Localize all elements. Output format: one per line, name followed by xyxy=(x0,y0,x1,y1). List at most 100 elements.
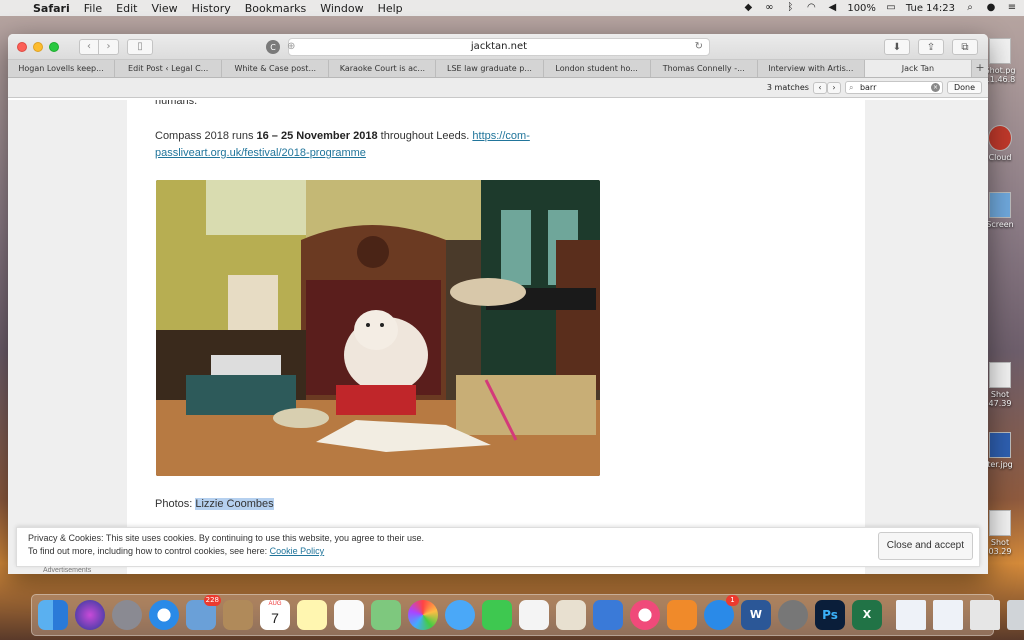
safari-window: ‹ › ▯ C ⊕ jacktan.net ↻ ⬇ ⇪ ⧉ Hogan Love… xyxy=(8,34,988,574)
sidebar-toggle-button[interactable]: ▯ xyxy=(127,38,153,55)
dock: 228 AUG 7 1 W Ps X xyxy=(31,594,1024,636)
photo-dog-courtroom xyxy=(156,180,600,476)
extension-icon[interactable]: C xyxy=(266,40,280,54)
siri-icon[interactable] xyxy=(75,600,105,630)
menu-help[interactable]: Help xyxy=(371,2,410,15)
creative-cloud-icon[interactable]: ∞ xyxy=(763,3,775,13)
file-thumbnail-icon xyxy=(989,362,1011,388)
battery-icon[interactable]: ▭ xyxy=(885,3,897,13)
numbers-icon[interactable] xyxy=(519,600,549,630)
new-tab-button[interactable]: + xyxy=(972,60,988,77)
menu-bookmarks[interactable]: Bookmarks xyxy=(238,2,313,15)
ibooks-icon[interactable] xyxy=(667,600,697,630)
battery-percent[interactable]: 100% xyxy=(847,3,876,14)
reminders-icon[interactable] xyxy=(334,600,364,630)
cookie-banner: Privacy & Cookies: This site uses cookie… xyxy=(16,527,980,567)
caption-prefix: Photos: xyxy=(155,498,196,510)
tab-karaoke-court[interactable]: Karaoke Court is ac... xyxy=(329,60,437,77)
menu-view[interactable]: View xyxy=(144,2,184,15)
notes-icon[interactable] xyxy=(297,600,327,630)
downloads-button[interactable]: ⬇ xyxy=(884,39,910,55)
calendar-day: 7 xyxy=(271,610,279,626)
menu-history[interactable]: History xyxy=(185,2,238,15)
find-match-count: 3 matches xyxy=(766,83,809,92)
close-and-accept-button[interactable]: Close and accept xyxy=(877,532,973,560)
recent-document-icon[interactable] xyxy=(933,600,963,630)
excel-icon[interactable]: X xyxy=(852,600,882,630)
compass-link-part-2[interactable]: passliveart.org.uk/festival/2018-program… xyxy=(155,147,366,159)
minimize-window-button[interactable] xyxy=(33,41,43,52)
menu-app-safari[interactable]: Safari xyxy=(26,2,77,15)
system-preferences-icon[interactable] xyxy=(778,600,808,630)
menu-window[interactable]: Window xyxy=(313,2,370,15)
compass-paragraph: Compass 2018 runs 16 – 25 November 2018 … xyxy=(155,128,530,162)
facetime-icon[interactable] xyxy=(482,600,512,630)
dropbox-icon[interactable]: ◆ xyxy=(742,3,754,13)
fullscreen-window-button[interactable] xyxy=(49,41,59,52)
app-store-icon[interactable]: 1 xyxy=(704,595,739,630)
cookie-more-info-text: To find out more, including how to contr… xyxy=(28,546,270,556)
article-page: humans. Compass 2018 runs 16 – 25 Novemb… xyxy=(127,100,865,574)
share-button[interactable]: ⇪ xyxy=(918,39,944,55)
messages-icon[interactable] xyxy=(445,600,475,630)
tab-jack-tan[interactable]: Jack Tan xyxy=(864,60,972,77)
downloads-stack-icon[interactable] xyxy=(970,600,1000,630)
reload-icon[interactable]: ↻ xyxy=(695,39,703,55)
address-bar[interactable]: ⊕ jacktan.net ↻ xyxy=(287,38,710,56)
close-window-button[interactable] xyxy=(17,41,27,52)
maps-icon[interactable] xyxy=(371,600,401,630)
find-next-button[interactable]: › xyxy=(826,81,841,94)
menu-bar: Safari File Edit View History Bookmarks … xyxy=(0,0,1024,16)
itunes-icon[interactable] xyxy=(630,600,660,630)
photos-icon[interactable] xyxy=(408,600,438,630)
word-icon[interactable]: W xyxy=(741,600,771,630)
tab-interview[interactable]: Interview with Artis... xyxy=(758,60,865,77)
back-button[interactable]: ‹ xyxy=(79,38,99,55)
tab-white-case[interactable]: White & Case post... xyxy=(222,60,330,77)
search-icon: ⌕ xyxy=(848,83,854,92)
bluetooth-icon[interactable]: ᛒ xyxy=(784,3,796,13)
menu-edit[interactable]: Edit xyxy=(109,2,144,15)
pages-icon[interactable] xyxy=(556,600,586,630)
compass-link-part-1[interactable]: https://com- xyxy=(472,130,529,142)
cookie-policy-link[interactable]: Cookie Policy xyxy=(270,546,325,556)
launchpad-icon[interactable] xyxy=(112,600,142,630)
tab-lse-law[interactable]: LSE law graduate p... xyxy=(436,60,544,77)
find-previous-button[interactable]: ‹ xyxy=(812,81,827,94)
forward-button[interactable]: › xyxy=(99,38,119,55)
user-avatar-icon[interactable]: ● xyxy=(985,3,997,13)
finder-icon[interactable] xyxy=(38,600,68,630)
contacts-icon[interactable] xyxy=(223,600,253,630)
cookie-more-info: To find out more, including how to contr… xyxy=(28,546,324,556)
tab-thomas-connelly[interactable]: Thomas Connelly -... xyxy=(651,60,758,77)
mail-icon[interactable]: 228 xyxy=(186,595,221,630)
trash-icon[interactable] xyxy=(1007,600,1024,630)
add-icon[interactable]: ⊕ xyxy=(287,39,295,55)
calendar-icon[interactable]: AUG 7 xyxy=(260,600,290,630)
folder-icon xyxy=(989,192,1011,218)
article-photo xyxy=(156,180,600,476)
compass-text: Compass 2018 runs xyxy=(155,130,257,142)
volume-icon[interactable]: ◀ xyxy=(826,3,838,13)
tab-overview-button[interactable]: ⧉ xyxy=(952,39,978,55)
compass-dates: 16 – 25 November 2018 xyxy=(256,130,378,142)
tab-hogan-lovells[interactable]: Hogan Lovells keep... xyxy=(8,60,116,77)
find-query: barr xyxy=(859,83,877,92)
tab-edit-post[interactable]: Edit Post ‹ Legal C... xyxy=(115,60,223,77)
find-done-button[interactable]: Done xyxy=(946,81,982,94)
find-input[interactable]: ⌕ barr × xyxy=(844,81,943,94)
recent-document-icon[interactable] xyxy=(896,600,926,630)
image-thumbnail-icon xyxy=(989,432,1011,458)
menu-file[interactable]: File xyxy=(77,2,109,15)
advertisements-label: Advertisements xyxy=(43,567,92,574)
spotlight-search-icon[interactable]: ⌕ xyxy=(964,3,976,13)
clock[interactable]: Tue 14:23 xyxy=(906,3,955,14)
wifi-icon[interactable]: ◠ xyxy=(805,3,817,13)
browser-toolbar: ‹ › ▯ C ⊕ jacktan.net ↻ ⬇ ⇪ ⧉ xyxy=(8,34,988,60)
notification-center-icon[interactable]: ≡ xyxy=(1006,3,1018,13)
safari-icon[interactable] xyxy=(149,600,179,630)
tab-london-student[interactable]: London student ho... xyxy=(544,60,651,77)
photoshop-icon[interactable]: Ps xyxy=(815,600,845,630)
keynote-icon[interactable] xyxy=(593,600,623,630)
clear-search-icon[interactable]: × xyxy=(930,83,940,92)
